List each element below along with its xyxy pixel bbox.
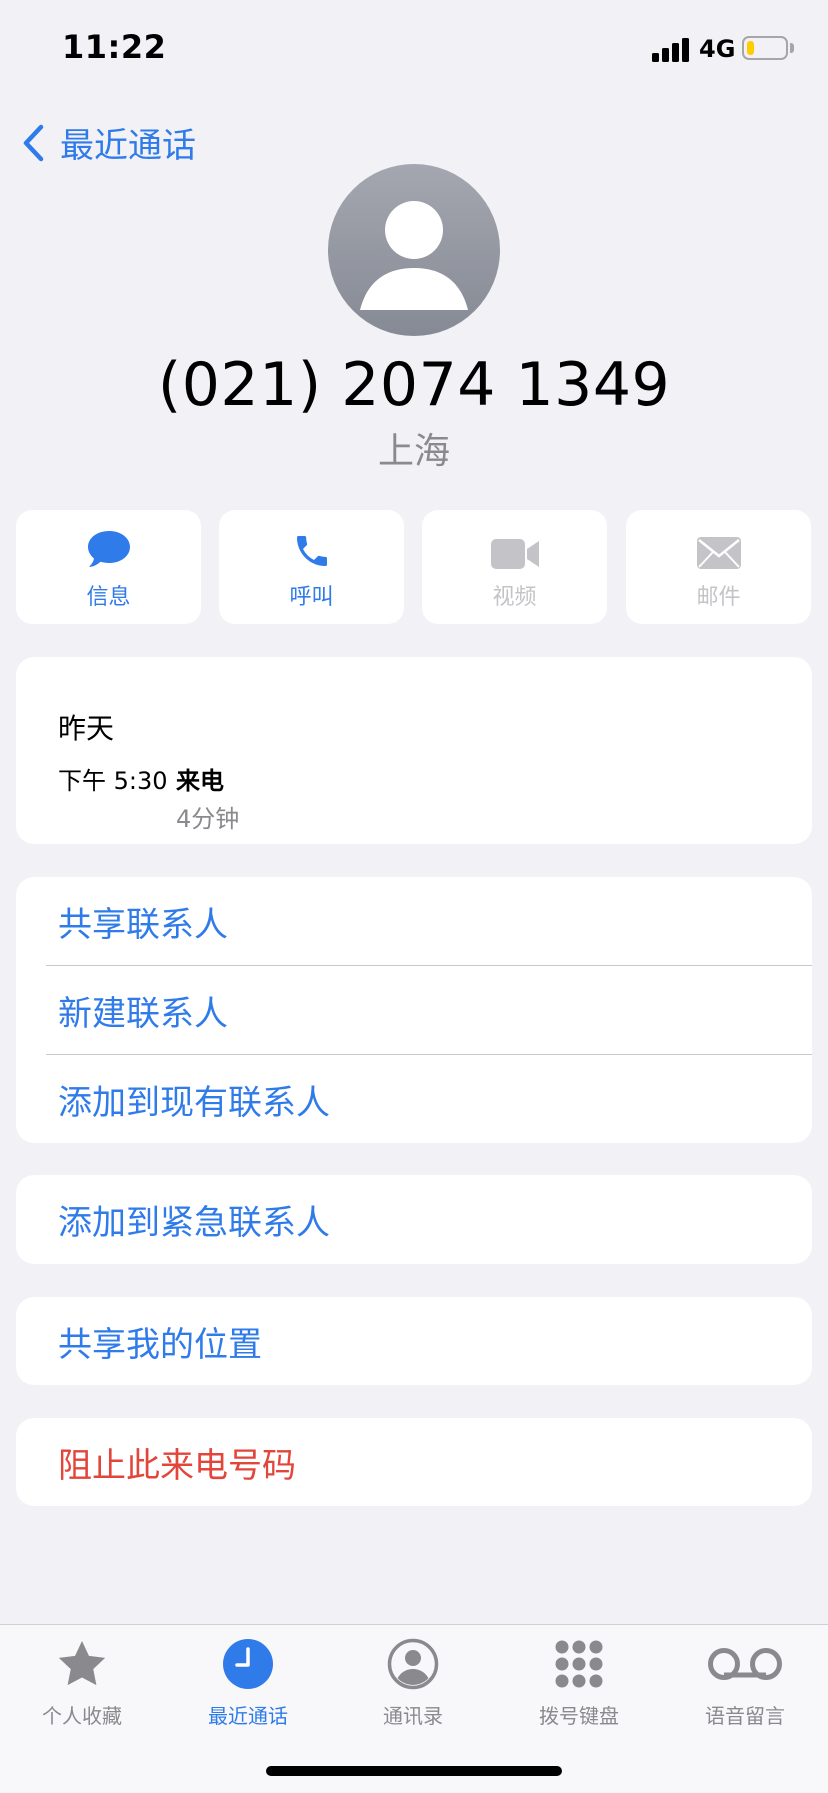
block-caller-row[interactable]: 阻止此来电号码 [16, 1418, 812, 1506]
contact-avatar [328, 164, 500, 336]
share-my-location-row[interactable]: 共享我的位置 [16, 1297, 812, 1385]
chevron-left-icon [23, 124, 44, 161]
call-label: 呼叫 [289, 585, 334, 610]
message-icon [87, 531, 130, 567]
tab-label: 个人收藏 [42, 1704, 122, 1728]
history-day: 昨天 [58, 712, 115, 745]
new-contact-row[interactable]: 新建联系人 [16, 966, 812, 1054]
keypad-icon [555, 1640, 603, 1688]
contact-options-card: 共享联系人 新建联系人 添加到现有联系人 [16, 877, 812, 1143]
history-time: 下午 5:30 [58, 767, 168, 795]
tab-voicemail[interactable]: 语音留言 [675, 1636, 815, 1729]
status-time: 11:22 [62, 28, 167, 66]
network-type: 4G [699, 35, 736, 63]
mail-icon [696, 537, 741, 569]
call-history-card: 昨天 下午 5:30 来电 4分钟 [16, 657, 812, 844]
back-label: 最近通话 [60, 126, 196, 166]
video-label: 视频 [492, 585, 537, 610]
add-to-emergency-contact-row[interactable]: 添加到紧急联系人 [16, 1175, 812, 1264]
emergency-contact-card: 添加到紧急联系人 [16, 1175, 812, 1264]
video-button[interactable]: 视频 [422, 510, 607, 624]
tab-label: 语音留言 [705, 1704, 785, 1728]
contacts-icon [387, 1638, 439, 1690]
share-contact-row[interactable]: 共享联系人 [16, 877, 812, 965]
history-call-type: 来电 [176, 767, 224, 795]
tab-label: 拨号键盘 [539, 1704, 619, 1728]
person-icon [360, 201, 468, 310]
share-location-card: 共享我的位置 [16, 1297, 812, 1385]
back-button[interactable]: 最近通话 [22, 118, 196, 167]
add-to-existing-contact-row[interactable]: 添加到现有联系人 [16, 1055, 812, 1143]
message-button[interactable]: 信息 [16, 510, 201, 624]
phone-icon [296, 536, 327, 566]
tab-label: 通讯录 [383, 1704, 443, 1728]
phone-number: (021) 2074 1349 [157, 350, 671, 420]
voicemail-icon [708, 1648, 782, 1680]
block-caller-card: 阻止此来电号码 [16, 1418, 812, 1506]
history-duration: 4分钟 [176, 805, 240, 833]
call-button[interactable]: 呼叫 [219, 510, 404, 624]
tab-label: 最近通话 [208, 1704, 288, 1728]
caller-location: 上海 [377, 431, 450, 472]
mail-label: 邮件 [696, 585, 741, 610]
tab-keypad[interactable]: 拨号键盘 [509, 1636, 649, 1729]
tab-contacts[interactable]: 通讯录 [343, 1636, 483, 1729]
home-indicator[interactable] [266, 1766, 562, 1776]
battery-tip [790, 43, 794, 53]
video-icon [490, 539, 539, 569]
mail-button[interactable]: 邮件 [626, 510, 811, 624]
clock-icon [223, 1639, 273, 1689]
message-label: 信息 [86, 585, 131, 610]
tab-favorites[interactable]: 个人收藏 [12, 1636, 152, 1729]
cellular-signal-icon [652, 36, 690, 62]
star-icon [58, 1641, 106, 1686]
battery-icon [742, 36, 788, 60]
tab-recents[interactable]: 最近通话 [178, 1636, 318, 1729]
